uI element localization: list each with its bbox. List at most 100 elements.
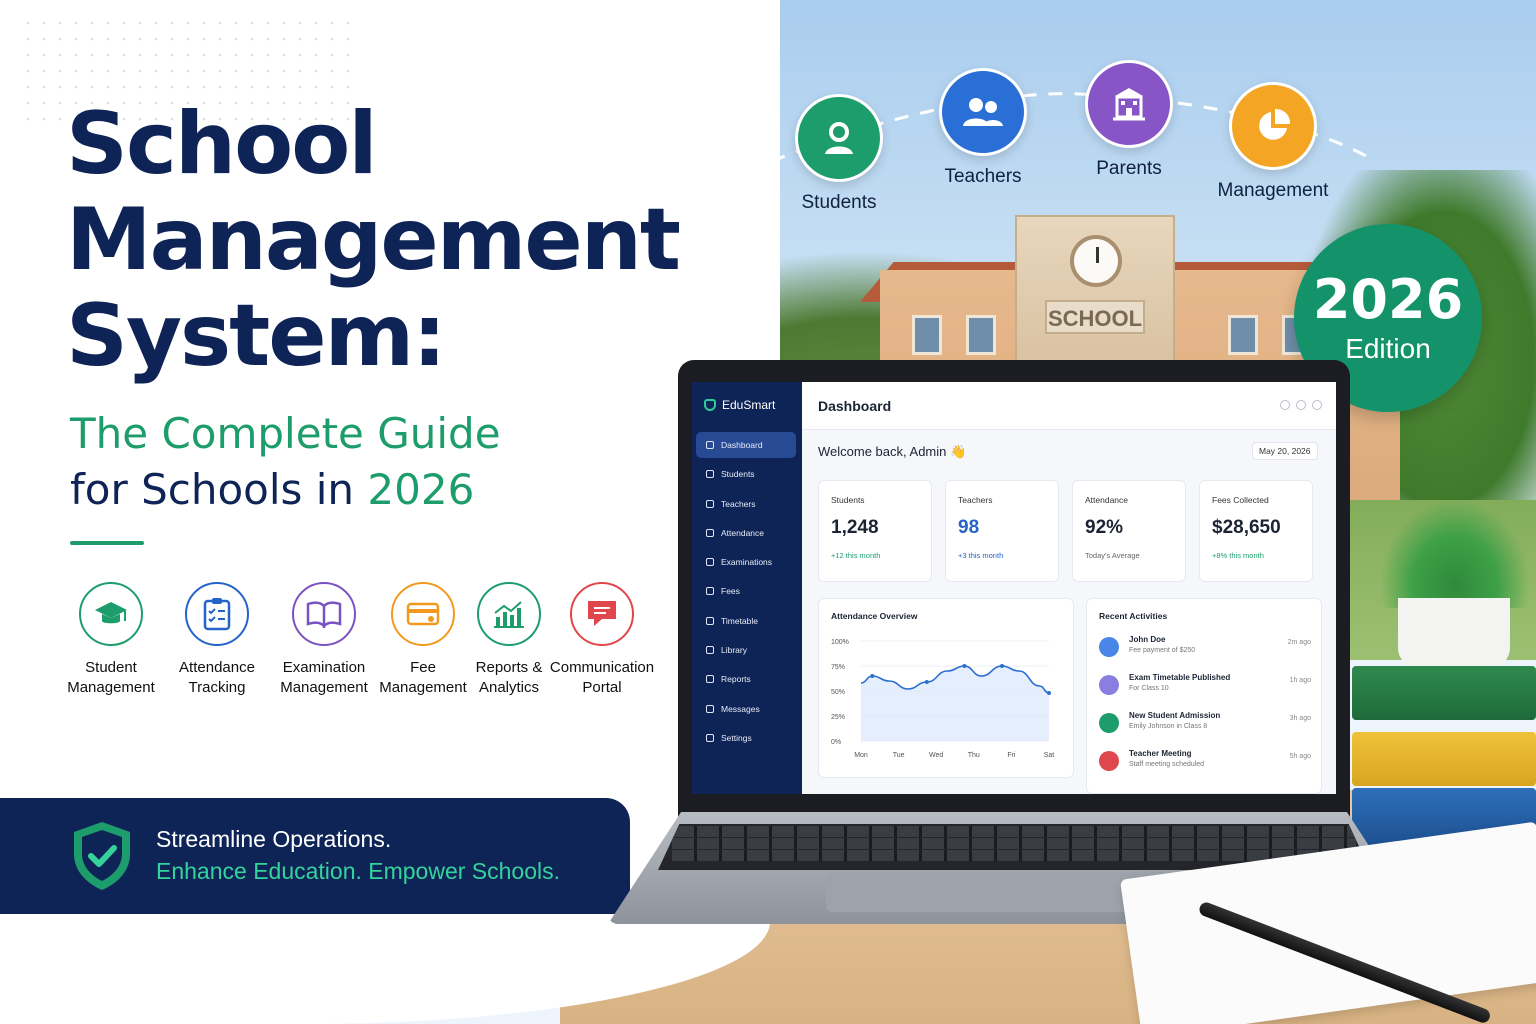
students-icon <box>706 470 714 479</box>
recent-activities-panel: Recent Activities John Doe Fee payment of… <box>1086 598 1322 794</box>
top-bar: Dashboard <box>802 382 1336 430</box>
x-tick-label: Mon <box>854 752 868 759</box>
sidebar-item-label: Students <box>721 469 755 480</box>
feature-list: Student Management Attendance Tracking Exa… <box>56 582 676 712</box>
activity-time: 1h ago <box>1289 677 1311 684</box>
stat-title: Attendance <box>1085 495 1129 505</box>
graduation-cap-icon <box>79 582 143 646</box>
sidebar-item-dashboard[interactable]: Dashboard <box>696 432 796 458</box>
y-tick-label: 0% <box>831 739 841 746</box>
activity-item[interactable]: Exam Timetable Published For Class 10 1h a… <box>1099 673 1311 709</box>
attendance-panel: Attendance Overview 0% 25% 50% 75% 100% Mon Tu… <box>818 598 1074 778</box>
x-tick-label: Tue <box>893 752 905 759</box>
stat-value: $28,650 <box>1212 517 1281 538</box>
y-tick-label: 100% <box>831 639 849 646</box>
sidebar-item-messages[interactable]: Messages <box>696 696 796 722</box>
role-students: Students <box>774 94 904 214</box>
reports-icon <box>706 675 714 684</box>
feature-label: Communication Portal <box>549 659 655 696</box>
stat-card-attendance[interactable]: Attendance 92% Today's Average <box>1072 480 1186 582</box>
book-stack <box>1352 660 1536 850</box>
bell-icon[interactable] <box>1312 400 1322 410</box>
data-point[interactable] <box>924 680 929 684</box>
activity-description: Emily Johnson in Class 8 <box>1129 723 1208 730</box>
attendance-icon <box>706 528 714 537</box>
sidebar-item-settings[interactable]: Settings <box>696 725 796 751</box>
activity-item[interactable]: New Student Admission Emily Johnson in Cl… <box>1099 711 1311 747</box>
open-book-icon <box>292 582 356 646</box>
feature-attendance-tracking: Attendance Tracking <box>162 582 272 698</box>
role-management: Management <box>1208 82 1338 202</box>
date-picker[interactable]: May 20, 2026 <box>1252 442 1318 460</box>
activity-item[interactable]: John Doe Fee payment of $250 2m ago <box>1099 635 1311 671</box>
stat-subtext: Today's Average <box>1085 551 1140 560</box>
school-building-icon <box>1085 60 1173 148</box>
stat-cards: Students 1,248 +12 this month Teachers 98 +3 … <box>818 480 1314 582</box>
welcome-text: Welcome back, Admin 👋 <box>818 444 967 459</box>
x-tick-label: Wed <box>929 752 943 759</box>
stat-subtext: +12 this month <box>831 551 881 560</box>
window <box>966 315 996 355</box>
activity-avatar <box>1099 637 1119 657</box>
sidebar-item-label: Timetable <box>721 615 759 626</box>
stat-subtext: +8% this month <box>1212 551 1264 560</box>
settings-icon <box>706 733 714 742</box>
messages-icon <box>706 704 714 713</box>
sidebar-item-library[interactable]: Library <box>696 637 796 663</box>
shield-check-icon <box>74 822 130 890</box>
sidebar-item-fees[interactable]: Fees <box>696 578 796 604</box>
role-label: Students <box>801 192 877 213</box>
sidebar-item-reports[interactable]: Reports <box>696 666 796 692</box>
sidebar-item-label: Attendance <box>721 527 765 538</box>
window <box>1228 315 1258 355</box>
role-label: Teachers <box>944 166 1022 187</box>
subtitle-line-1: The Complete Guide <box>70 409 501 458</box>
sidebar-item-timetable[interactable]: Timetable <box>696 608 796 634</box>
timetable-icon <box>706 616 714 625</box>
green-book <box>1352 666 1536 720</box>
activity-item[interactable]: Teacher Meeting Staff meeting scheduled 5h… <box>1099 749 1311 785</box>
stat-card-students[interactable]: Students 1,248 +12 this month <box>818 480 932 582</box>
title-line-1: School <box>66 94 378 194</box>
feature-examination-management: Examination Management <box>269 582 379 698</box>
stat-value: 1,248 <box>831 517 879 538</box>
plant-pot <box>1398 598 1510 668</box>
data-point[interactable] <box>1000 664 1004 668</box>
banner-line-2: Enhance Education. Empower Schools. <box>156 858 561 884</box>
stat-card-fees-collected[interactable]: Fees Collected $28,650 +8% this month <box>1199 480 1313 582</box>
attendance-chart: 0% 25% 50% 75% 100% Mon Tue Wed Thu Fri Sat <box>831 639 1054 759</box>
badge-year: 2026 <box>1312 268 1464 331</box>
examinations-icon <box>706 558 714 567</box>
sidebar-item-teachers[interactable]: Teachers <box>696 491 796 517</box>
student-icon <box>795 94 883 182</box>
add-icon[interactable] <box>1280 400 1290 410</box>
school-sign: SCHOOL <box>1045 300 1145 334</box>
activity-name: John Doe <box>1129 635 1166 644</box>
data-point[interactable] <box>962 664 967 668</box>
activity-avatar <box>1099 675 1119 695</box>
stat-value: 92% <box>1085 517 1124 538</box>
sidebar-item-students[interactable]: Students <box>696 461 796 487</box>
sidebar-item-label: Settings <box>721 732 752 743</box>
feature-label: Student Management <box>67 659 155 696</box>
sidebar-item-attendance[interactable]: Attendance <box>696 520 796 546</box>
stat-title: Teachers <box>958 495 993 505</box>
shield-logo-icon <box>704 399 716 411</box>
x-tick-label: Thu <box>968 752 980 759</box>
sidebar-item-examinations[interactable]: Examinations <box>696 549 796 575</box>
data-point[interactable] <box>1047 691 1051 695</box>
title-underline <box>70 541 144 545</box>
stat-card-teachers[interactable]: Teachers 98 +3 this month <box>945 480 1059 582</box>
role-label: Management <box>1217 180 1329 201</box>
grid-icon[interactable] <box>1296 400 1306 410</box>
activity-description: For Class 10 <box>1129 685 1169 692</box>
activity-name: Teacher Meeting <box>1129 749 1192 758</box>
data-point[interactable] <box>870 674 875 678</box>
brand: EduSmart <box>704 398 775 412</box>
window <box>912 315 942 355</box>
brand-name: EduSmart <box>722 398 776 412</box>
role-parents: Parents <box>1064 60 1194 180</box>
clipboard-checklist-icon <box>185 582 249 646</box>
dashboard-icon <box>706 441 714 449</box>
y-tick-label: 50% <box>831 689 845 696</box>
